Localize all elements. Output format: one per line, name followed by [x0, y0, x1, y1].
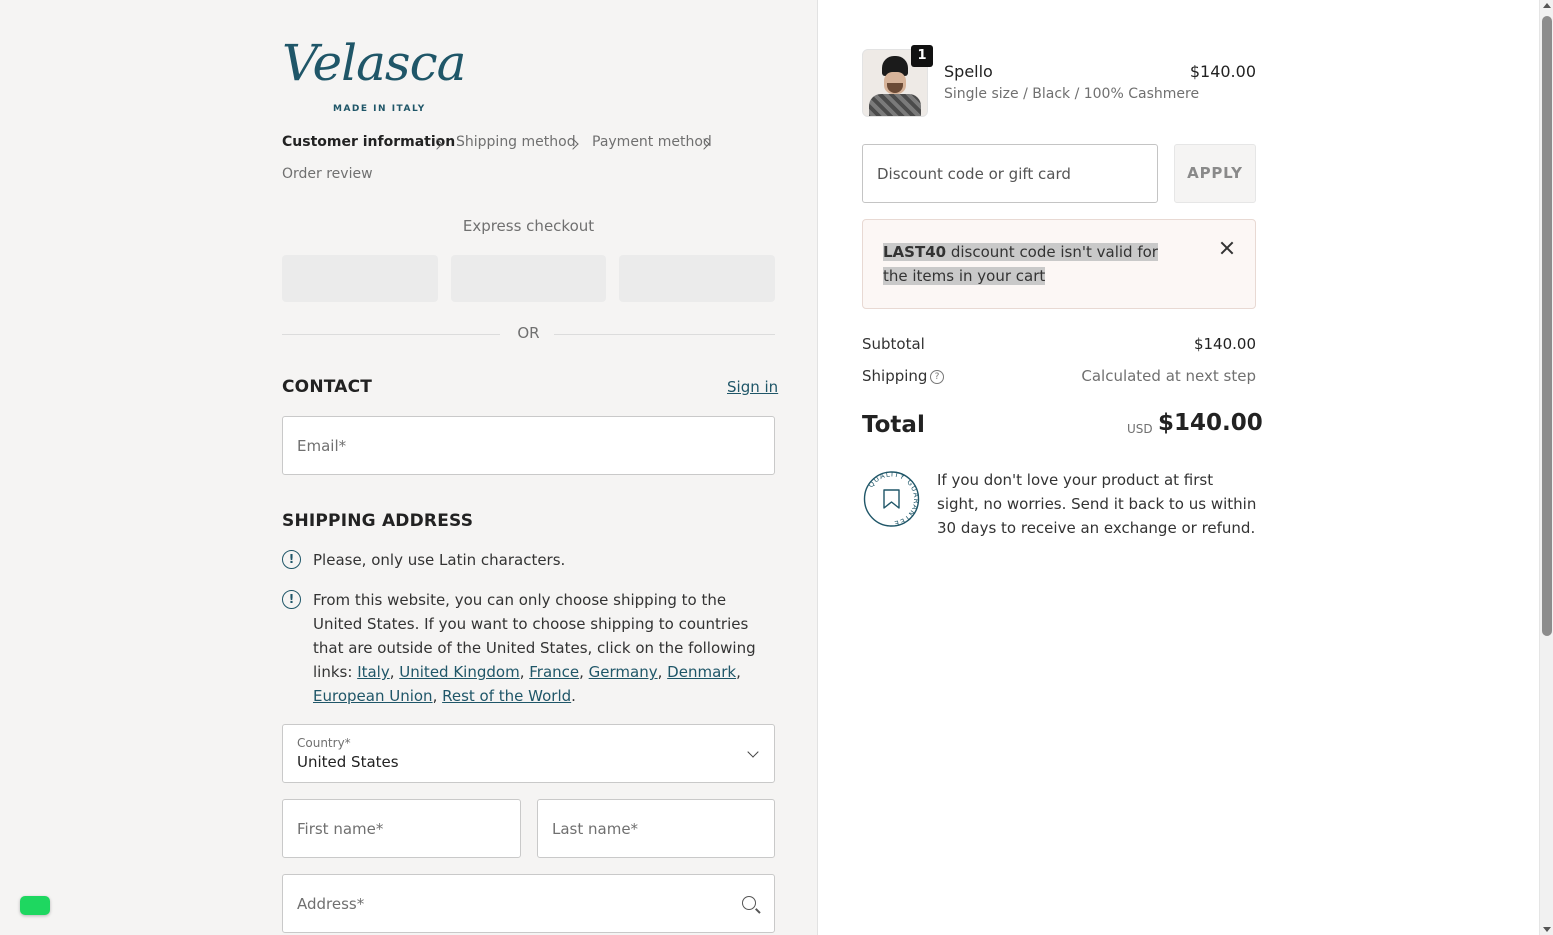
scroll-down-arrow-icon[interactable] — [1543, 927, 1551, 932]
link-rest-of-the-world[interactable]: Rest of the World — [442, 687, 571, 705]
link-european-union[interactable]: European Union — [313, 687, 433, 705]
total-value: $140.00 — [1158, 410, 1263, 436]
last-name-placeholder: Last name* — [552, 819, 639, 838]
scrollbar-thumb[interactable] — [1542, 16, 1552, 636]
latin-notice-text: Please, only use Latin characters. — [313, 551, 566, 569]
express-pay-button-1[interactable] — [282, 255, 438, 302]
close-icon[interactable] — [1219, 240, 1235, 256]
breadcrumb-customer-information: Customer information — [282, 134, 456, 150]
help-circle-icon[interactable]: ? — [930, 370, 944, 384]
logo-tagline: MADE IN ITALY — [333, 104, 426, 114]
contact-title: CONTACT — [282, 377, 373, 397]
svg-text:QUALITY GUARANTEE: QUALITY GUARANTEE — [867, 470, 920, 527]
shipping-countries-notice: ! From this website, you can only choose… — [282, 588, 775, 708]
breadcrumb-payment-method[interactable]: Payment method — [592, 134, 712, 150]
guarantee-text: If you don't love your product at first … — [937, 471, 1257, 537]
discount-code-field[interactable]: Discount code or gift card — [862, 144, 1158, 203]
email-placeholder: Email* — [297, 436, 347, 455]
discount-error-alert: LAST40 discount code isn't valid for the… — [862, 219, 1256, 309]
link-italy[interactable]: Italy — [357, 663, 390, 681]
express-pay-button-2[interactable] — [451, 255, 606, 302]
alert-circle-icon: ! — [282, 550, 301, 569]
discount-error-code: LAST40 — [883, 243, 947, 261]
country-value: United States — [297, 753, 399, 771]
link-france[interactable]: France — [529, 663, 579, 681]
discount-error-text: LAST40 discount code isn't valid for the… — [883, 240, 1183, 288]
latin-characters-notice: ! Please, only use Latin characters. — [282, 548, 775, 572]
shipping-countries-notice-text: From this website, you can only choose s… — [313, 591, 756, 705]
product-name: Spello — [944, 62, 993, 81]
search-icon[interactable] — [742, 896, 756, 910]
quality-guarantee-icon: QUALITY GUARANTEE — [863, 470, 920, 527]
address-field[interactable]: Address* — [282, 874, 775, 933]
link-denmark[interactable]: Denmark — [667, 663, 736, 681]
country-select[interactable]: Country* United States — [282, 724, 775, 783]
breadcrumb-shipping-method[interactable]: Shipping method — [456, 134, 576, 150]
sign-in-link[interactable]: Sign in — [727, 378, 778, 396]
page-scrollbar[interactable] — [1539, 0, 1553, 935]
country-label: Country* — [297, 736, 351, 750]
total-currency: USD — [1127, 422, 1153, 436]
checkout-form-pane: Velasca MADE IN ITALY Customer informati… — [0, 0, 818, 935]
scroll-up-arrow-icon[interactable] — [1543, 3, 1551, 8]
guarantee-badge-text: QUALITY GUARANTEE — [867, 470, 919, 527]
quantity-badge: 1 — [911, 45, 933, 67]
address-placeholder: Address* — [297, 894, 365, 913]
subtotal-value: $140.00 — [1193, 335, 1256, 353]
total-label: Total — [862, 412, 925, 438]
thumb-body-shape — [869, 94, 921, 116]
email-field[interactable]: Email* — [282, 416, 775, 475]
alert-circle-icon: ! — [282, 590, 301, 609]
divider-line-right — [554, 334, 775, 335]
discount-placeholder: Discount code or gift card — [877, 164, 1071, 183]
logo-wordmark: Velasca — [282, 34, 466, 92]
express-checkout-title: Express checkout — [462, 217, 595, 235]
product-variant: Single size / Black / 100% Cashmere — [944, 86, 1200, 102]
subtotal-label: Subtotal — [862, 335, 925, 353]
link-germany[interactable]: Germany — [589, 663, 658, 681]
shipping-label: Shipping — [862, 367, 928, 385]
shipping-address-title: SHIPPING ADDRESS — [282, 511, 474, 531]
or-divider: OR — [282, 324, 775, 344]
product-price: $140.00 — [1189, 62, 1256, 81]
last-name-field[interactable]: Last name* — [537, 799, 775, 858]
chat-widget-button[interactable] — [20, 896, 50, 915]
chevron-down-icon — [747, 746, 759, 758]
velasca-logo[interactable]: Velasca MADE IN ITALY — [282, 34, 466, 116]
first-name-placeholder: First name* — [297, 819, 384, 838]
express-pay-button-3[interactable] — [619, 255, 775, 302]
shipping-value: Calculated at next step — [1081, 367, 1256, 385]
or-label: OR — [517, 324, 540, 342]
apply-discount-button[interactable]: APPLY — [1174, 144, 1256, 203]
breadcrumb-order-review[interactable]: Order review — [282, 166, 373, 182]
link-united-kingdom[interactable]: United Kingdom — [399, 663, 519, 681]
first-name-field[interactable]: First name* — [282, 799, 521, 858]
